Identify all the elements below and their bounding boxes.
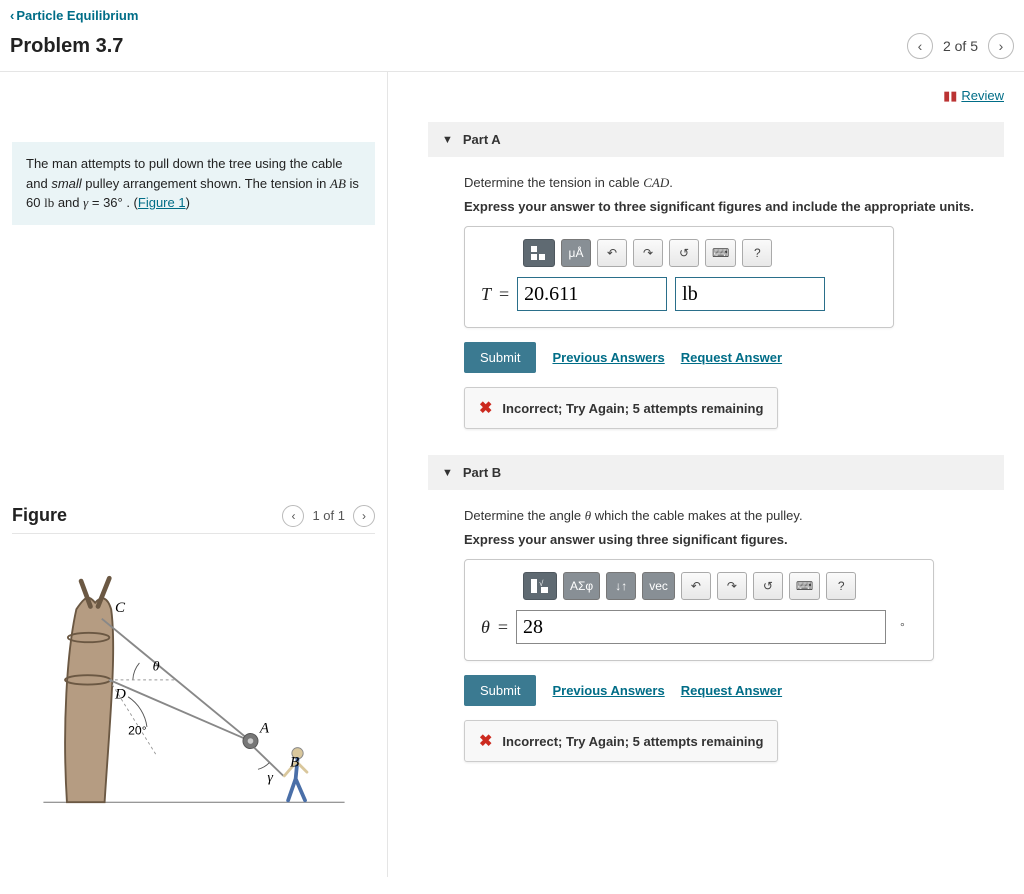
part-b-submit-button[interactable]: Submit [464, 675, 536, 706]
templates-icon[interactable] [523, 239, 555, 267]
equals-sign: = [499, 284, 509, 305]
problem-title: Problem 3.7 [10, 35, 123, 58]
equals-sign: = [498, 617, 508, 638]
part-a-hint: Express your answer to three significant… [464, 199, 1004, 214]
caret-down-icon: ▼ [442, 467, 453, 479]
redo-icon[interactable]: ↷ [717, 572, 747, 600]
incorrect-icon: ✖ [479, 398, 492, 418]
vector-button[interactable]: vec [642, 572, 675, 600]
part-a-var: T [481, 284, 491, 305]
svg-text:√: √ [539, 579, 544, 588]
degree-symbol: ° [900, 620, 905, 634]
units-button[interactable]: μÅ [561, 239, 591, 267]
part-a-title: Part A [463, 132, 501, 147]
svg-text:γ: γ [267, 769, 273, 785]
keyboard-icon[interactable]: ⌨ [789, 572, 820, 600]
help-icon[interactable]: ? [826, 572, 856, 600]
part-a-submit-button[interactable]: Submit [464, 342, 536, 373]
part-b-answer-box: √ ΑΣφ ↓↑ vec ↶ ↷ ↺ ⌨ ? θ = [464, 559, 934, 661]
part-b-title: Part B [463, 465, 501, 480]
part-a-previous-answers-link[interactable]: Previous Answers [552, 350, 664, 365]
back-link[interactable]: ‹Particle Equilibrium [10, 8, 138, 23]
subscript-icon[interactable]: ↓↑ [606, 572, 636, 600]
problem-pager: ‹ 2 of 5 › [907, 33, 1014, 59]
part-a-value-input[interactable] [517, 277, 667, 311]
svg-text:θ: θ [152, 658, 159, 674]
figure-pager-text: 1 of 1 [312, 508, 345, 523]
templates-icon[interactable]: √ [523, 572, 557, 600]
part-a-feedback: ✖ Incorrect; Try Again; 5 attempts remai… [464, 387, 778, 429]
svg-text:C: C [114, 600, 125, 616]
figure-heading: Figure [12, 505, 67, 526]
part-b-feedback: ✖ Incorrect; Try Again; 5 attempts remai… [464, 720, 778, 762]
part-b-value-input[interactable] [516, 610, 886, 644]
part-b-request-answer-link[interactable]: Request Answer [681, 683, 782, 698]
keyboard-icon[interactable]: ⌨ [705, 239, 736, 267]
figure-diagram: C D A B θ γ 20° [12, 534, 375, 834]
part-a-question: Determine the tension in cable CAD. [464, 175, 1004, 191]
problem-prompt: The man attempts to pull down the tree u… [12, 142, 375, 225]
back-link-label: Particle Equilibrium [16, 8, 138, 23]
figure-link[interactable]: Figure 1 [138, 195, 186, 210]
help-icon[interactable]: ? [742, 239, 772, 267]
part-b-hint: Express your answer using three signific… [464, 532, 1004, 547]
redo-icon[interactable]: ↷ [633, 239, 663, 267]
part-b-var: θ [481, 617, 490, 638]
reset-icon[interactable]: ↺ [753, 572, 783, 600]
part-a-unit-input[interactable] [675, 277, 825, 311]
undo-icon[interactable]: ↶ [597, 239, 627, 267]
svg-text:A: A [258, 720, 269, 736]
svg-text:D: D [113, 686, 125, 702]
part-a-request-answer-link[interactable]: Request Answer [681, 350, 782, 365]
svg-text:20°: 20° [128, 723, 147, 737]
part-a-header[interactable]: ▼ Part A [428, 122, 1004, 157]
chevron-left-icon: ‹ [10, 8, 14, 23]
caret-down-icon: ▼ [442, 134, 453, 146]
undo-icon[interactable]: ↶ [681, 572, 711, 600]
part-b-question: Determine the angle θ which the cable ma… [464, 508, 1004, 524]
figure-next-button[interactable]: › [353, 505, 375, 527]
svg-text:B: B [290, 754, 299, 770]
figure-prev-button[interactable]: ‹ [282, 505, 304, 527]
pager-text: 2 of 5 [943, 38, 978, 54]
part-b-previous-answers-link[interactable]: Previous Answers [552, 683, 664, 698]
incorrect-icon: ✖ [479, 731, 492, 751]
prev-problem-button[interactable]: ‹ [907, 33, 933, 59]
part-a-answer-box: μÅ ↶ ↷ ↺ ⌨ ? T = [464, 226, 894, 328]
symbols-button[interactable]: ΑΣφ [563, 572, 600, 600]
reset-icon[interactable]: ↺ [669, 239, 699, 267]
part-b-header[interactable]: ▼ Part B [428, 455, 1004, 490]
review-link[interactable]: ▮▮Review [943, 88, 1004, 103]
review-icon: ▮▮ [943, 88, 957, 104]
next-problem-button[interactable]: › [988, 33, 1014, 59]
